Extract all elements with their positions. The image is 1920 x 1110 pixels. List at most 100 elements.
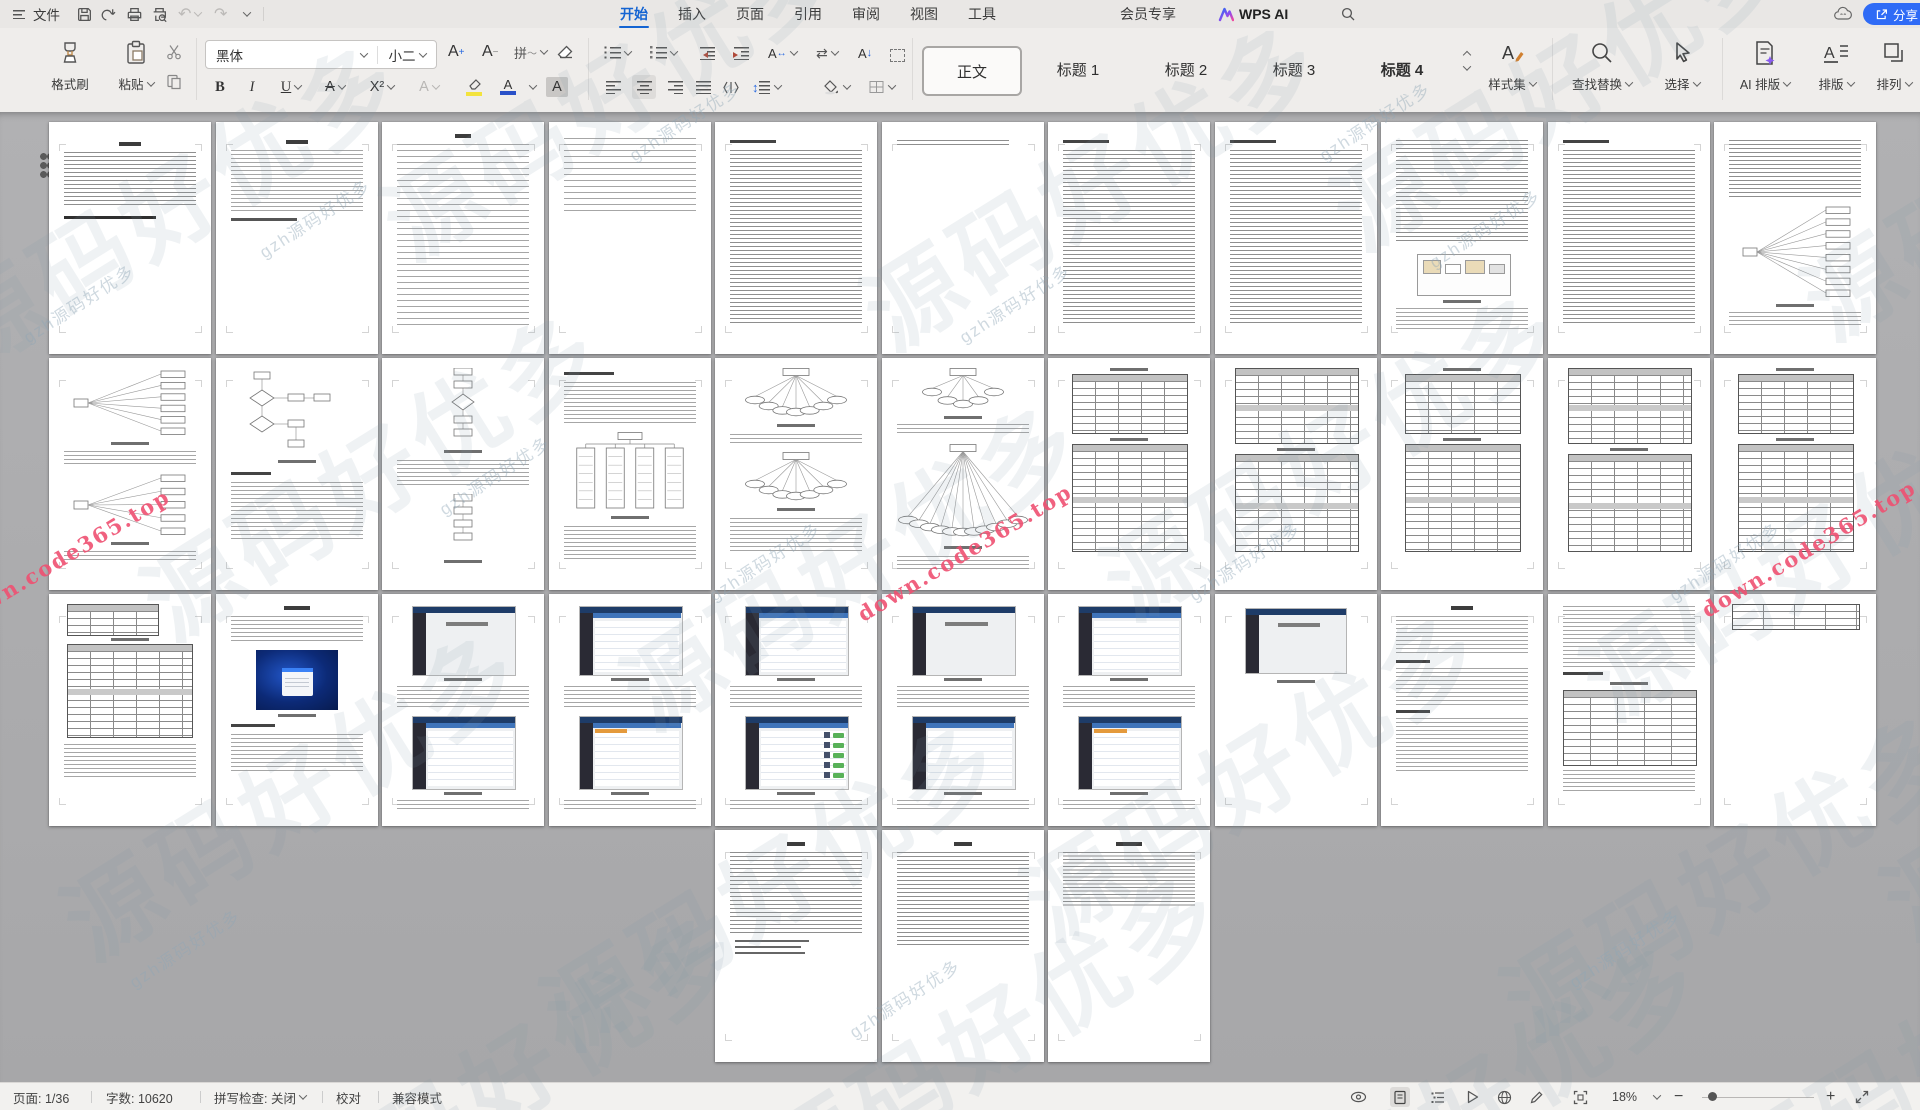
- char-shading-button[interactable]: A: [546, 77, 568, 97]
- swap-button[interactable]: ⇄: [816, 41, 838, 65]
- page-thumbnail[interactable]: [1215, 122, 1377, 354]
- search-button[interactable]: [1340, 0, 1356, 28]
- style-heading2[interactable]: 标题 2: [1138, 46, 1234, 92]
- tab-insert[interactable]: 插入: [678, 0, 706, 28]
- print-button[interactable]: [126, 0, 143, 28]
- tab-page[interactable]: 页面: [736, 0, 764, 28]
- page-thumbnail[interactable]: [882, 358, 1044, 590]
- italic-button[interactable]: I: [240, 74, 264, 100]
- share-button[interactable]: 分享: [1863, 3, 1920, 25]
- page-thumbnail[interactable]: [382, 358, 544, 590]
- page-thumbnail[interactable]: [1215, 594, 1377, 826]
- shading-button[interactable]: [822, 75, 850, 99]
- page-thumbnail[interactable]: [1548, 358, 1710, 590]
- page-thumbnail[interactable]: [1714, 122, 1876, 354]
- style-set-button[interactable]: A 样式集: [1484, 36, 1540, 102]
- zoom-out-button[interactable]: −: [1674, 1083, 1683, 1110]
- tab-tools[interactable]: 工具: [968, 0, 996, 28]
- style-heading1[interactable]: 标题 1: [1030, 46, 1126, 92]
- page-thumbnail[interactable]: [715, 122, 877, 354]
- save-button[interactable]: [76, 0, 93, 28]
- strikethrough-button[interactable]: A: [318, 74, 352, 100]
- page-thumbnail[interactable]: [549, 358, 711, 590]
- page-thumbnail[interactable]: [382, 594, 544, 826]
- style-normal[interactable]: 正文: [922, 46, 1022, 96]
- superscript-button[interactable]: X²: [362, 74, 402, 100]
- font-name-select[interactable]: 黑体: [206, 45, 357, 65]
- file-menu[interactable]: 文件: [33, 0, 60, 28]
- zoom-slider-track[interactable]: [1702, 1097, 1814, 1099]
- align-center-button[interactable]: [632, 75, 656, 99]
- paste-button[interactable]: 粘贴: [108, 36, 164, 102]
- page-thumbnail[interactable]: [715, 594, 877, 826]
- page-thumbnail[interactable]: [1381, 594, 1543, 826]
- page-thumbnail[interactable]: [715, 358, 877, 590]
- arrange-button[interactable]: 排列: [1868, 36, 1920, 102]
- justify-button[interactable]: [692, 75, 716, 99]
- page-indicator[interactable]: 页面: 1/36: [13, 1083, 69, 1110]
- page-thumbnail[interactable]: [1548, 594, 1710, 826]
- page-thumbnail[interactable]: [882, 122, 1044, 354]
- page-thumbnail[interactable]: [49, 358, 211, 590]
- page-thumbnail[interactable]: [1048, 594, 1210, 826]
- page-thumbnail[interactable]: [1048, 830, 1210, 1062]
- redo-button[interactable]: ↷: [214, 0, 227, 28]
- borders-button[interactable]: [868, 75, 895, 99]
- select-button[interactable]: 选择: [1652, 36, 1712, 102]
- distribute-button[interactable]: [722, 75, 740, 99]
- page-thumbnail[interactable]: [549, 122, 711, 354]
- page-thumbnail[interactable]: [1381, 122, 1543, 354]
- cloud-sync-button[interactable]: [1833, 0, 1853, 28]
- wps-ai-button[interactable]: WPS AI: [1218, 0, 1288, 28]
- pinyin-guide-button[interactable]: 拼〜: [514, 40, 547, 64]
- layout-button[interactable]: A 排版: [1808, 36, 1864, 102]
- page-thumbnail[interactable]: [216, 594, 378, 826]
- page-view-button[interactable]: [1390, 1087, 1410, 1107]
- line-spacing-button[interactable]: ↕: [752, 75, 781, 99]
- compat-mode[interactable]: 兼容模式: [392, 1083, 442, 1110]
- page-thumbnail[interactable]: [549, 594, 711, 826]
- word-count[interactable]: 字数: 10620: [106, 1083, 173, 1110]
- page-thumbnail[interactable]: [882, 830, 1044, 1062]
- page-thumbnail[interactable]: [216, 122, 378, 354]
- align-left-button[interactable]: [602, 75, 626, 99]
- tab-review[interactable]: 审阅: [852, 0, 880, 28]
- document-canvas[interactable]: [0, 112, 1920, 1082]
- bullets-button[interactable]: [604, 41, 631, 65]
- edit-mode-button[interactable]: [1526, 1087, 1546, 1107]
- page-thumbnail[interactable]: [1381, 358, 1543, 590]
- numbering-button[interactable]: [650, 41, 677, 65]
- styles-scroll-down-icon[interactable]: [1463, 62, 1471, 70]
- page-thumbnail[interactable]: [882, 594, 1044, 826]
- tab-member[interactable]: 会员专享: [1120, 0, 1176, 28]
- page-thumbnail[interactable]: [1048, 122, 1210, 354]
- zoom-in-button[interactable]: +: [1826, 1083, 1835, 1110]
- page-thumbnail[interactable]: [1215, 358, 1377, 590]
- page-thumbnail[interactable]: [1714, 594, 1876, 826]
- tab-home[interactable]: 开始: [620, 0, 648, 28]
- web-view-button[interactable]: [1494, 1087, 1514, 1107]
- page-thumbnail[interactable]: [1048, 358, 1210, 590]
- text-direction-button[interactable]: A↓: [858, 41, 872, 65]
- zoom-level[interactable]: 18%: [1612, 1083, 1637, 1110]
- font-color-chevron[interactable]: [524, 74, 538, 100]
- font-size-select[interactable]: 小二: [378, 45, 436, 65]
- fullscreen-button[interactable]: [1852, 1087, 1872, 1107]
- style-heading3[interactable]: 标题 3: [1246, 46, 1342, 92]
- clear-format-button[interactable]: [556, 40, 574, 64]
- paragraph-layout-button[interactable]: [890, 43, 905, 67]
- main-menu-button[interactable]: [13, 0, 25, 28]
- bold-button[interactable]: B: [208, 74, 232, 100]
- zoom-slider-knob[interactable]: [1708, 1092, 1717, 1101]
- highlight-button[interactable]: [456, 74, 492, 100]
- quick-access-more-button[interactable]: [240, 0, 250, 28]
- export-button[interactable]: [101, 0, 118, 28]
- format-painter-button[interactable]: 格式刷: [42, 36, 98, 102]
- zoom-level-chevron[interactable]: [1650, 1083, 1660, 1110]
- play-view-button[interactable]: [1462, 1087, 1482, 1107]
- outline-view-button[interactable]: [1428, 1087, 1448, 1107]
- find-replace-button[interactable]: 查找替换: [1560, 36, 1644, 102]
- page-thumbnail[interactable]: [715, 830, 877, 1062]
- tab-view[interactable]: 视图: [910, 0, 938, 28]
- style-heading4[interactable]: 标题 4: [1354, 46, 1450, 92]
